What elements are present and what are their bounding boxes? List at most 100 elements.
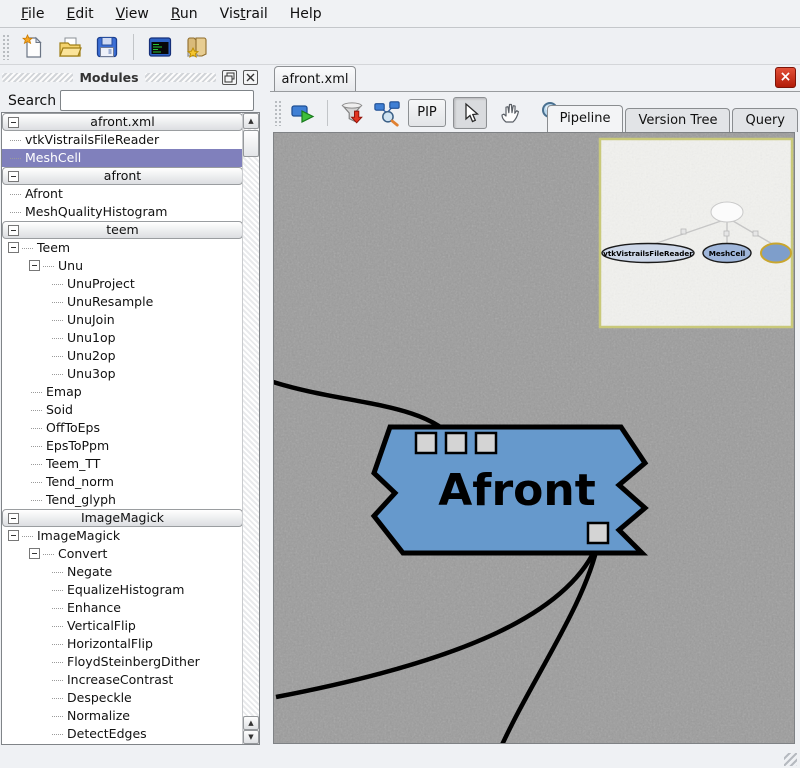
favorites-folder-icon[interactable]: [183, 33, 211, 61]
resize-grip[interactable]: [784, 753, 797, 766]
collapse-icon[interactable]: [8, 117, 19, 128]
tree-item-unu1op[interactable]: Unu1op: [2, 329, 243, 347]
tree-item-label: HorizontalFlip: [52, 636, 153, 651]
save-icon[interactable]: [93, 33, 121, 61]
tab-version-tree[interactable]: Version Tree: [625, 108, 730, 132]
tree-item-vtkvistrailsfilereader[interactable]: vtkVistrailsFileReader: [2, 131, 243, 149]
tree-item-horizontalflip[interactable]: HorizontalFlip: [2, 635, 243, 653]
pip-node-label: vtkVistrailsFileReader: [603, 249, 693, 258]
tree-guide-line: [31, 410, 42, 412]
tree-item-afront[interactable]: Afront: [2, 185, 243, 203]
tree-item-unu2op[interactable]: Unu2op: [2, 347, 243, 365]
tree-item-unuresample[interactable]: UnuResample: [2, 293, 243, 311]
document-tab[interactable]: afront.xml: [274, 66, 356, 91]
tree-item-offtoeps[interactable]: OffToEps: [2, 419, 243, 437]
scroll-thumb[interactable]: [243, 130, 259, 157]
tree-item-teem_tt[interactable]: Teem_TT: [2, 455, 243, 473]
tab-pipeline[interactable]: Pipeline: [547, 105, 624, 132]
tree-item-emap[interactable]: Emap: [2, 383, 243, 401]
tree-item-despeckle[interactable]: Despeckle: [2, 689, 243, 707]
toolbar-drag-handle[interactable]: [274, 100, 282, 126]
tree-item-negate[interactable]: Negate: [2, 563, 243, 581]
tree-item-meshcell[interactable]: MeshCell: [2, 149, 243, 167]
collapse-icon[interactable]: [8, 530, 19, 541]
search-input[interactable]: [60, 90, 254, 111]
collapse-icon[interactable]: [29, 548, 40, 559]
search-row: Search: [0, 90, 262, 114]
close-panel-button[interactable]: [243, 70, 258, 85]
tree-guide-line: [52, 590, 63, 592]
tree-item-meshqualityhistogram[interactable]: MeshQualityHistogram: [2, 203, 243, 221]
tree-item-verticalflip[interactable]: VerticalFlip: [2, 617, 243, 635]
tree-item-increasecontrast[interactable]: IncreaseContrast: [2, 671, 243, 689]
collapse-icon[interactable]: [8, 225, 19, 236]
pip-toggle-button[interactable]: PIP: [408, 99, 446, 127]
tree-guide-line: [10, 158, 21, 160]
afront-input-port-1[interactable]: [416, 433, 436, 453]
tree-item-floydsteinbergdither[interactable]: FloydSteinbergDither: [2, 653, 243, 671]
menu-vistrail[interactable]: Vistrail: [209, 3, 279, 25]
menu-help[interactable]: Help: [279, 3, 333, 25]
tree-guide-line: [31, 482, 42, 484]
tree-item-unuproject[interactable]: UnuProject: [2, 275, 243, 293]
menu-view[interactable]: View: [105, 3, 160, 25]
pip-node-selected[interactable]: [761, 244, 791, 263]
tree-item-normalize[interactable]: Normalize: [2, 707, 243, 725]
query-pipeline-icon[interactable]: [373, 99, 401, 127]
collapse-icon[interactable]: [8, 513, 19, 524]
modules-panel-titlebar[interactable]: Modules: [2, 68, 260, 86]
execute-icon[interactable]: [289, 99, 317, 127]
pip-inset[interactable]: vtkVistrailsFileReader MeshCell: [600, 139, 792, 327]
pan-hand-button[interactable]: [494, 97, 528, 129]
tree-item-teem[interactable]: Teem: [2, 239, 243, 257]
open-icon[interactable]: [56, 33, 84, 61]
tree-guide-line: [31, 428, 42, 430]
package-header-afront[interactable]: afront: [2, 167, 243, 185]
float-icon: [224, 72, 235, 83]
tree-item-label: vtkVistrailsFileReader: [10, 132, 159, 147]
tree-item-equalizehistogram[interactable]: EqualizeHistogram: [2, 581, 243, 599]
tree-item-imagemagick[interactable]: ImageMagick: [2, 527, 243, 545]
tree-item-epstoppm[interactable]: EpsToPpm: [2, 437, 243, 455]
tree-guide-line: [43, 266, 54, 268]
tree-guide-line: [52, 608, 63, 610]
tab-query[interactable]: Query: [732, 108, 798, 132]
afront-output-port[interactable]: [588, 523, 608, 543]
menu-edit[interactable]: Edit: [55, 3, 104, 25]
package-header-imagemagick[interactable]: ImageMagick: [2, 509, 243, 527]
toolbar-drag-handle[interactable]: [2, 34, 10, 60]
tree-guide-line: [52, 716, 63, 718]
tree-scrollbar[interactable]: ▲ ▲ ▼: [242, 113, 259, 744]
collapse-icon[interactable]: [8, 242, 19, 253]
tree-item-unu[interactable]: Unu: [2, 257, 243, 275]
tree-item-detectedges[interactable]: DetectEdges: [2, 725, 243, 743]
select-cursor-button[interactable]: [453, 97, 487, 129]
scroll-down-button[interactable]: ▼: [243, 730, 259, 744]
menu-run[interactable]: Run: [160, 3, 209, 25]
afront-input-port-3[interactable]: [476, 433, 496, 453]
menu-file[interactable]: File: [10, 3, 55, 25]
package-header-afront.xml[interactable]: afront.xml: [2, 113, 243, 131]
tree-item-tend_norm[interactable]: Tend_norm: [2, 473, 243, 491]
collapse-icon[interactable]: [29, 260, 40, 271]
tree-item-unu3op[interactable]: Unu3op: [2, 365, 243, 383]
tree-item-enhance[interactable]: Enhance: [2, 599, 243, 617]
filter-funnel-icon[interactable]: [338, 99, 366, 127]
module-tree: afront.xml vtkVistrailsFileReader MeshCell…: [2, 113, 243, 743]
new-file-icon[interactable]: [19, 33, 47, 61]
scroll-up-button[interactable]: ▲: [243, 113, 259, 129]
tree-item-tend_glyph[interactable]: Tend_glyph: [2, 491, 243, 509]
tree-item-convert[interactable]: Convert: [2, 545, 243, 563]
tree-item-soid[interactable]: Soid: [2, 401, 243, 419]
float-panel-button[interactable]: [222, 70, 237, 85]
afront-input-port-2[interactable]: [446, 433, 466, 453]
tree-item-label: Unu3op: [52, 366, 116, 381]
scroll-up-button-bottom[interactable]: ▲: [243, 716, 259, 730]
console-icon[interactable]: [146, 33, 174, 61]
tree-item-unujoin[interactable]: UnuJoin: [2, 311, 243, 329]
package-header-teem[interactable]: teem: [2, 221, 243, 239]
package-header-label: afront.xml: [90, 114, 154, 129]
collapse-icon[interactable]: [8, 171, 19, 182]
pipeline-canvas[interactable]: Afront vtkVistrailsFileReader MeshCell: [273, 132, 795, 744]
close-vistrail-button[interactable]: ×: [775, 67, 796, 88]
